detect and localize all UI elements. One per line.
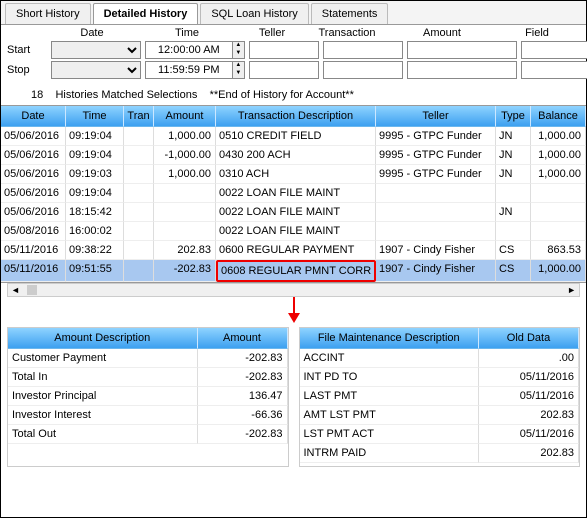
- list-item[interactable]: INTRM PAID202.83: [300, 444, 580, 463]
- col-type[interactable]: Type: [496, 106, 531, 127]
- filter-header-teller: Teller: [237, 27, 307, 39]
- start-label: Start: [7, 44, 47, 56]
- col-desc[interactable]: Transaction Description: [216, 106, 376, 127]
- col-date[interactable]: Date: [1, 106, 66, 127]
- filter-header-date: Date: [47, 27, 137, 39]
- stop-label: Stop: [7, 64, 47, 76]
- grid-body: 05/06/201609:19:041,000.000510 CREDIT FI…: [1, 127, 586, 282]
- table-row[interactable]: 05/11/201609:51:55-202.830608 REGULAR PM…: [1, 260, 586, 282]
- table-row[interactable]: 05/06/201609:19:031,000.000310 ACH9995 -…: [1, 165, 586, 184]
- table-row[interactable]: 05/08/201616:00:020022 LOAN FILE MAINT: [1, 222, 586, 241]
- start-transaction-input[interactable]: [323, 41, 403, 59]
- table-row[interactable]: 05/06/201609:19:041,000.000510 CREDIT FI…: [1, 127, 586, 146]
- status-matched: Histories Matched Selections: [55, 89, 197, 101]
- stop-amount-input[interactable]: [407, 61, 517, 79]
- list-item[interactable]: AMT LST PMT202.83: [300, 406, 580, 425]
- filter-header-transaction: Transaction: [307, 27, 387, 39]
- list-item[interactable]: Investor Interest-66.36: [8, 406, 288, 425]
- stop-field-input[interactable]: [521, 61, 587, 79]
- col-fm-data[interactable]: Old Data: [479, 328, 579, 349]
- list-item[interactable]: INT PD TO05/11/2016: [300, 368, 580, 387]
- col-tran[interactable]: Tran: [124, 106, 154, 127]
- status-end: **End of History for Account**: [210, 89, 354, 101]
- tab-detailed-history[interactable]: Detailed History: [93, 3, 199, 24]
- tab-sql-loan-history[interactable]: SQL Loan History: [200, 3, 308, 24]
- start-field-input[interactable]: [521, 41, 587, 59]
- col-balance[interactable]: Balance: [531, 106, 586, 127]
- callout-arrow: [1, 297, 586, 323]
- start-amount-input[interactable]: [407, 41, 517, 59]
- list-item[interactable]: Customer Payment-202.83: [8, 349, 288, 368]
- list-item[interactable]: ACCINT.00: [300, 349, 580, 368]
- table-row[interactable]: 05/06/201609:19:04-1,000.000430 200 ACH9…: [1, 146, 586, 165]
- table-row[interactable]: 05/11/201609:38:22202.830600 REGULAR PAY…: [1, 241, 586, 260]
- history-grid: Date Time Tran Amount Transaction Descri…: [1, 105, 586, 283]
- list-item[interactable]: Investor Principal136.47: [8, 387, 288, 406]
- list-item[interactable]: Total In-202.83: [8, 368, 288, 387]
- col-teller[interactable]: Teller: [376, 106, 496, 127]
- tab-bar: Short History Detailed History SQL Loan …: [1, 1, 586, 25]
- table-row[interactable]: 05/06/201618:15:420022 LOAN FILE MAINTJN: [1, 203, 586, 222]
- list-item[interactable]: Total Out-202.83: [8, 425, 288, 444]
- filter-panel: Date Time Teller Transaction Amount Fiel…: [1, 25, 586, 87]
- table-row[interactable]: 05/06/201609:19:040022 LOAN FILE MAINT: [1, 184, 586, 203]
- stop-teller-input[interactable]: [249, 61, 319, 79]
- col-amount-desc[interactable]: Amount Description: [8, 328, 198, 349]
- list-item[interactable]: LAST PMT05/11/2016: [300, 387, 580, 406]
- start-date-select[interactable]: [51, 41, 141, 59]
- stop-time-spinner[interactable]: ▲▼: [233, 61, 245, 79]
- horizontal-scrollbar[interactable]: ◄►: [7, 283, 580, 297]
- status-count: 18: [31, 89, 43, 101]
- start-teller-input[interactable]: [249, 41, 319, 59]
- filter-header-amount: Amount: [387, 27, 497, 39]
- col-amount[interactable]: Amount: [154, 106, 216, 127]
- col-fm-desc[interactable]: File Maintenance Description: [300, 328, 480, 349]
- list-item[interactable]: LST PMT ACT05/11/2016: [300, 425, 580, 444]
- tab-statements[interactable]: Statements: [311, 3, 389, 24]
- stop-date-select[interactable]: [51, 61, 141, 79]
- stop-time-input[interactable]: [145, 61, 233, 79]
- amount-detail-panel: Amount Description Amount Customer Payme…: [7, 327, 289, 467]
- col-amount-val[interactable]: Amount: [198, 328, 288, 349]
- stop-transaction-input[interactable]: [323, 61, 403, 79]
- start-time-spinner[interactable]: ▲▼: [233, 41, 245, 59]
- file-maint-panel: File Maintenance Description Old Data AC…: [299, 327, 581, 467]
- status-line: 18 Histories Matched Selections **End of…: [1, 87, 586, 105]
- start-time-input[interactable]: [145, 41, 233, 59]
- col-time[interactable]: Time: [66, 106, 124, 127]
- tab-short-history[interactable]: Short History: [5, 3, 91, 24]
- filter-header-field: Field: [497, 27, 577, 39]
- arrow-down-icon: [284, 297, 304, 323]
- filter-header-time: Time: [137, 27, 237, 39]
